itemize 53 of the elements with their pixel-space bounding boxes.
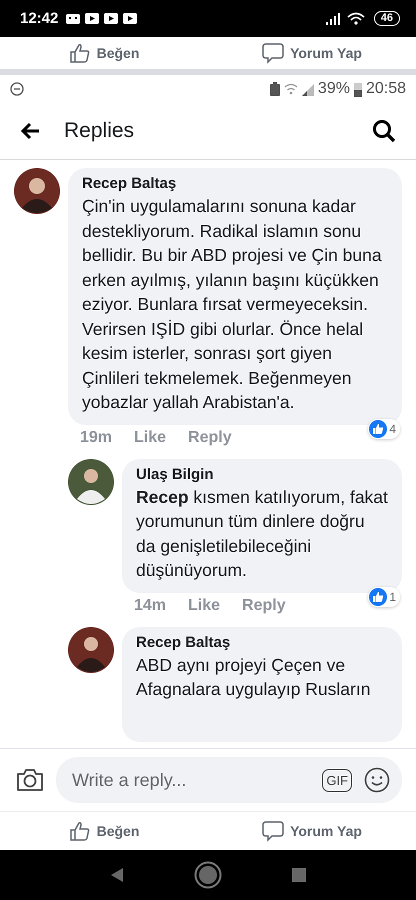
back-button[interactable] <box>18 120 42 142</box>
signal-icon <box>302 82 314 96</box>
clock: 20:58 <box>366 80 406 98</box>
camera-icon <box>16 768 44 792</box>
like-reaction-icon <box>369 588 388 606</box>
thumbs-up-icon <box>68 820 91 842</box>
battery-level: 46 <box>374 11 400 26</box>
author-name[interactable]: Ulaş Bilgin <box>136 464 388 484</box>
battery-icon <box>354 82 362 96</box>
avatar[interactable] <box>14 168 60 214</box>
comment-time: 14m <box>134 596 166 614</box>
camera-button[interactable] <box>14 766 46 794</box>
like-link[interactable]: Like <box>134 428 166 446</box>
gif-button[interactable]: GIF <box>322 768 352 792</box>
video-play-icon <box>85 13 100 24</box>
comment-button[interactable]: Yorum Yap <box>208 820 416 842</box>
back-arrow-icon <box>20 122 40 140</box>
speech-bubble-icon <box>262 42 284 64</box>
battery-saver-icon <box>270 82 280 96</box>
comment-button[interactable]: Yorum Yap <box>208 42 416 64</box>
author-name[interactable]: Recep Baltaş <box>82 174 388 194</box>
video-play-icon <box>123 13 138 24</box>
home-icon[interactable] <box>194 861 222 889</box>
reaction-count[interactable]: 1 <box>368 586 400 606</box>
do-not-disturb-icon <box>10 82 24 96</box>
signal-icon <box>326 12 342 24</box>
wifi-icon <box>284 82 298 96</box>
thumbs-up-icon <box>68 42 91 64</box>
comment-time: 19m <box>80 428 112 446</box>
comment-text: Recep kısmen katılıyorum, fakat yorumunun tüm dinlere doğru da genişletilebileceğini düşünüyorum. <box>136 486 388 582</box>
clock: 12:42 <box>20 10 58 27</box>
author-name[interactable]: Recep Baltaş <box>136 632 388 652</box>
like-button[interactable]: Beğen <box>0 42 208 64</box>
comment-text: Çin'in uygulamalarını sonuna kadar destekliyorum. Radikal islamın sonu bellidir. Bu bir ABD projesi ve Çin buna erken ayılmış, yılanın başını küçükken eziyor. Bunlara fırsat vermeyeceksin. Verirsen IŞİD gibi olurlar. Önce helal kesim isterler, sonrası şort giyen Çinlileri tekmelemek. Beğenmeyen yobazlar yallah Arabistan'a. <box>82 195 383 414</box>
back-icon[interactable] <box>110 867 124 883</box>
comment-text: ABD aynı projeyi Çeçen ve Afagnalara uygulayıp Rusların <box>136 654 372 701</box>
video-play-icon <box>104 13 118 24</box>
avatar[interactable] <box>68 626 114 672</box>
like-link[interactable]: Like <box>188 596 220 614</box>
avatar[interactable] <box>68 458 114 504</box>
speech-bubble-icon <box>262 820 284 842</box>
like-button[interactable]: Beğen <box>0 820 208 842</box>
like-reaction-icon <box>369 420 388 438</box>
search-button[interactable] <box>370 117 398 145</box>
reply-link[interactable]: Reply <box>242 596 286 614</box>
battery-percentage: 39% <box>318 80 350 98</box>
reply-link[interactable]: Reply <box>188 428 232 446</box>
wifi-icon <box>346 12 365 25</box>
reaction-count[interactable]: 4 <box>368 418 400 438</box>
reply-input-field[interactable]: Write a reply... GIF <box>56 757 402 803</box>
page-title: Replies <box>64 119 134 143</box>
emoji-icon[interactable] <box>364 767 390 793</box>
search-icon <box>372 119 396 143</box>
